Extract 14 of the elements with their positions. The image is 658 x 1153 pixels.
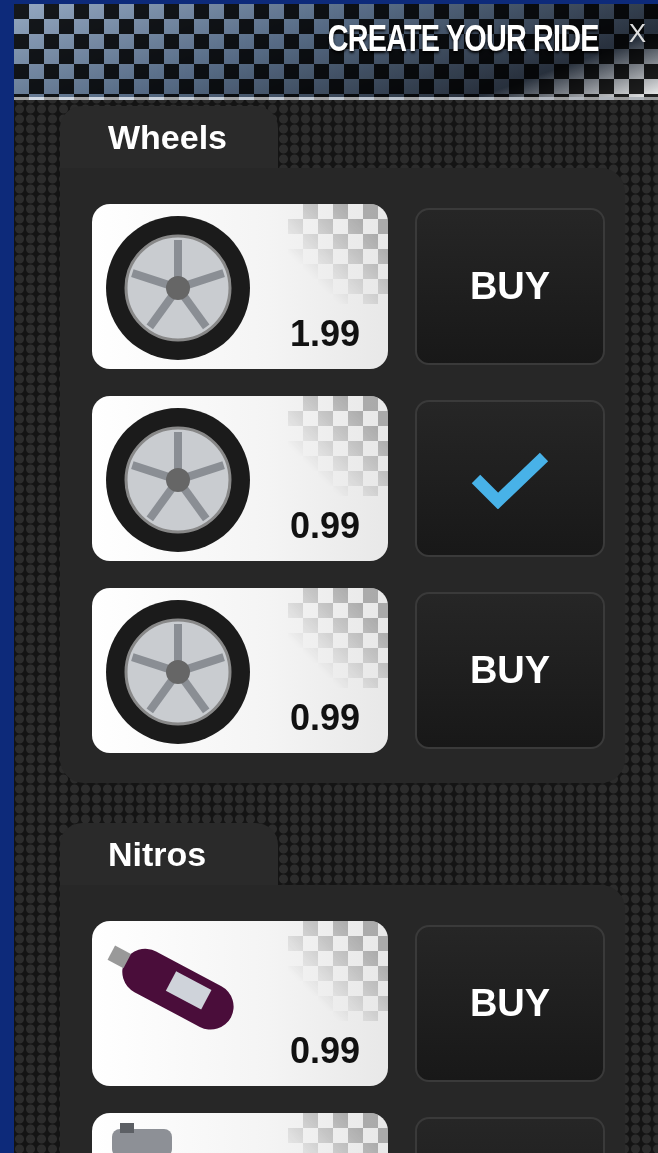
price-label: 0.99	[289, 505, 360, 547]
page-title: CREATE YOUR RIDE	[327, 18, 599, 60]
price-label: 1.99	[289, 313, 360, 355]
wheel-icon	[104, 214, 252, 362]
canister-icon	[112, 1123, 172, 1153]
wheel-icon	[104, 598, 252, 746]
wheel-icon	[104, 406, 252, 554]
close-button[interactable]: X	[628, 18, 646, 49]
owned-button[interactable]	[415, 400, 605, 557]
buy-button[interactable]: BUY	[415, 592, 605, 749]
buy-button[interactable]: BUY	[415, 925, 605, 1082]
buy-button[interactable]: BUY	[415, 208, 605, 365]
price-label: 0.99	[289, 1030, 360, 1072]
price-label: 0.99	[289, 697, 360, 739]
